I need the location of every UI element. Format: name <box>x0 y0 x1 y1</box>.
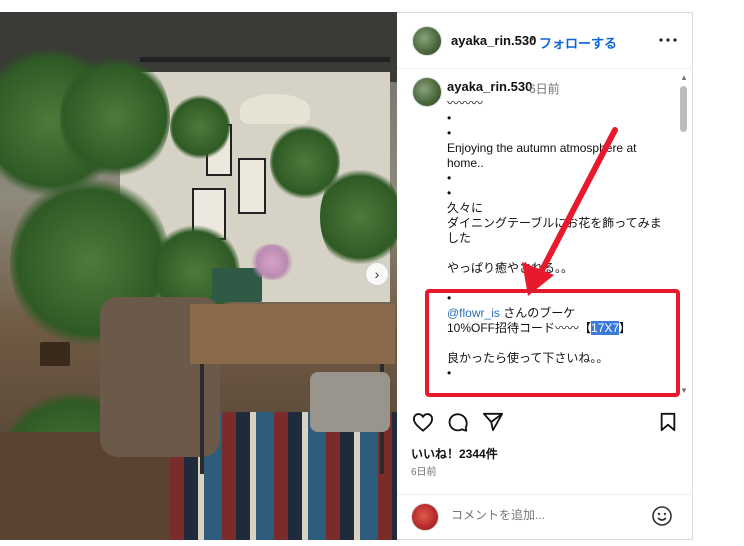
photo-pot <box>40 342 70 366</box>
photo-flowers <box>248 244 296 280</box>
caption-bullets: • • <box>447 171 452 200</box>
caption-japanese: 久々に ダイニングテーブルにお花を飾ってみました <box>447 201 662 245</box>
comment-username[interactable]: ayaka_rin.530 <box>447 79 532 94</box>
follow-button[interactable]: フォローする <box>539 33 617 52</box>
photo-dining-table <box>190 304 395 364</box>
post-header: ayaka_rin.530 • フォローする <box>397 13 693 69</box>
paper-plane-icon[interactable] <box>480 409 506 435</box>
chevron-right-icon: › <box>374 266 380 282</box>
avatar <box>411 503 439 531</box>
scrollbar-thumb[interactable] <box>680 86 687 132</box>
post-photo <box>0 12 397 540</box>
photo-plant <box>60 52 170 182</box>
caption-english: Enjoying the autumn atmosphere at home.. <box>447 141 637 170</box>
photo-pendant-lamp <box>240 94 310 124</box>
scroll-down-arrow-icon[interactable]: ▼ <box>680 386 688 395</box>
comment-input[interactable] <box>451 508 631 522</box>
photo-frame-sign <box>238 158 266 214</box>
likes-count[interactable]: いいね！2344件 <box>411 445 498 462</box>
carousel-next-button[interactable]: › <box>365 262 389 286</box>
photo-table-leg <box>200 364 204 474</box>
photo-chair <box>310 372 390 432</box>
photo-plant <box>320 162 397 272</box>
comment-bubble-icon[interactable] <box>445 409 471 435</box>
photo-plant <box>170 92 230 162</box>
more-options-icon[interactable] <box>659 27 677 48</box>
caption-bullets: • • <box>447 111 452 140</box>
post-side-panel: ayaka_rin.530 • フォローする ayaka_rin.530 6日前… <box>397 12 693 540</box>
comment-avatar[interactable] <box>412 77 442 107</box>
caption-japanese: やっぱり癒やされる。。 <box>447 261 574 275</box>
comment-time: 6日前 <box>529 82 560 96</box>
scroll-up-arrow-icon[interactable]: ▲ <box>680 73 688 82</box>
post-age: 6日前 <box>411 467 437 478</box>
photo-light-rail <box>140 57 390 62</box>
comment-composer <box>397 494 693 541</box>
post-username[interactable]: ayaka_rin.530 <box>451 33 536 48</box>
post-actions <box>397 409 693 439</box>
separator-dot: • <box>530 32 535 46</box>
emoji-smile-icon[interactable] <box>651 505 673 527</box>
avatar[interactable] <box>412 26 442 56</box>
bookmark-icon[interactable] <box>655 409 681 435</box>
caption-deco: 〰〰〰 <box>447 96 484 110</box>
heart-icon[interactable] <box>410 409 436 435</box>
annotation-highlight-box <box>425 289 680 397</box>
